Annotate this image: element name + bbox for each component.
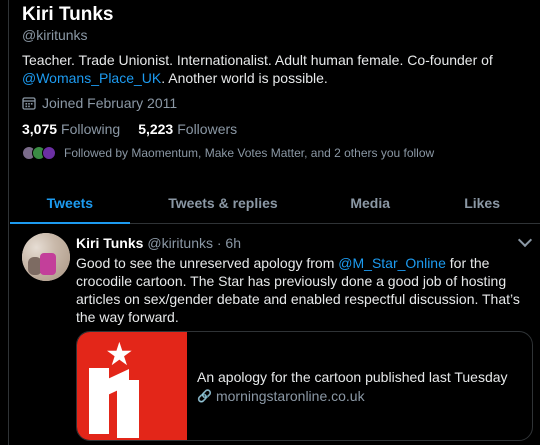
profile-name: Kiri Tunks <box>22 4 114 25</box>
joined-text: Joined February 2011 <box>42 95 178 111</box>
tab-likes[interactable]: Likes <box>424 182 540 223</box>
followers-label: Followers <box>177 121 238 137</box>
profile-bio: Teacher. Trade Unionist. Internationalis… <box>22 51 522 87</box>
card-domain: 🔗 morningstaronline.co.uk <box>197 388 532 404</box>
tweet-header: Kiri Tunks @kiritunks · 6h <box>76 235 241 251</box>
follower-avatars <box>22 146 56 160</box>
joined-date: Joined February 2011 <box>22 95 177 111</box>
bio-text: Teacher. Trade Unionist. Internationalis… <box>22 52 493 68</box>
column-divider <box>8 0 9 445</box>
card-title: An apology for the cartoon published las… <box>197 368 508 385</box>
card-body: An apology for the cartoon published las… <box>187 332 532 440</box>
following-label: Following <box>61 121 121 137</box>
tab-media[interactable]: Media <box>316 182 424 223</box>
followers-link[interactable]: 5,223 Followers <box>138 121 237 137</box>
card-domain-text: morningstaronline.co.uk <box>215 387 365 404</box>
avatar[interactable] <box>22 233 70 281</box>
avatar <box>42 146 56 160</box>
profile-handle: @kiritunks <box>22 27 88 43</box>
follow-stats: 3,075 Following 5,223 Followers <box>22 121 237 137</box>
tweet-meta: @kiritunks · 6h <box>147 235 241 251</box>
tweet-text-start: Good to see the unreserved apology from <box>76 255 339 271</box>
bio-text-end: . Another world is possible. <box>161 70 328 86</box>
calendar-icon <box>22 97 36 110</box>
tweet-text: Good to see the unreserved apology from … <box>76 254 531 326</box>
tweet-author-name[interactable]: Kiri Tunks <box>76 235 143 251</box>
tab-tweets[interactable]: Tweets <box>10 182 130 224</box>
link-card[interactable]: ★ An apology for the cartoon published l… <box>76 331 533 441</box>
followers-count: 5,223 <box>138 121 174 137</box>
chevron-down-icon[interactable] <box>517 232 533 248</box>
card-image: ★ <box>77 332 187 440</box>
tab-tweets-replies[interactable]: Tweets & replies <box>130 182 316 223</box>
tweet[interactable]: Kiri Tunks @kiritunks · 6h Good to see t… <box>10 225 540 445</box>
bio-link-womans-place[interactable]: @Womans_Place_UK <box>22 70 161 86</box>
profile-tabs: Tweets Tweets & replies Media Likes <box>10 182 540 224</box>
link-icon: 🔗 <box>197 388 212 403</box>
following-count: 3,075 <box>22 121 58 137</box>
tweet-mention-link[interactable]: @M_Star_Online <box>338 255 446 271</box>
followed-by-text: Followed by Maomentum, Make Votes Matter… <box>64 146 435 160</box>
followed-by[interactable]: Followed by Maomentum, Make Votes Matter… <box>22 146 434 160</box>
following-link[interactable]: 3,075 Following <box>22 121 120 137</box>
